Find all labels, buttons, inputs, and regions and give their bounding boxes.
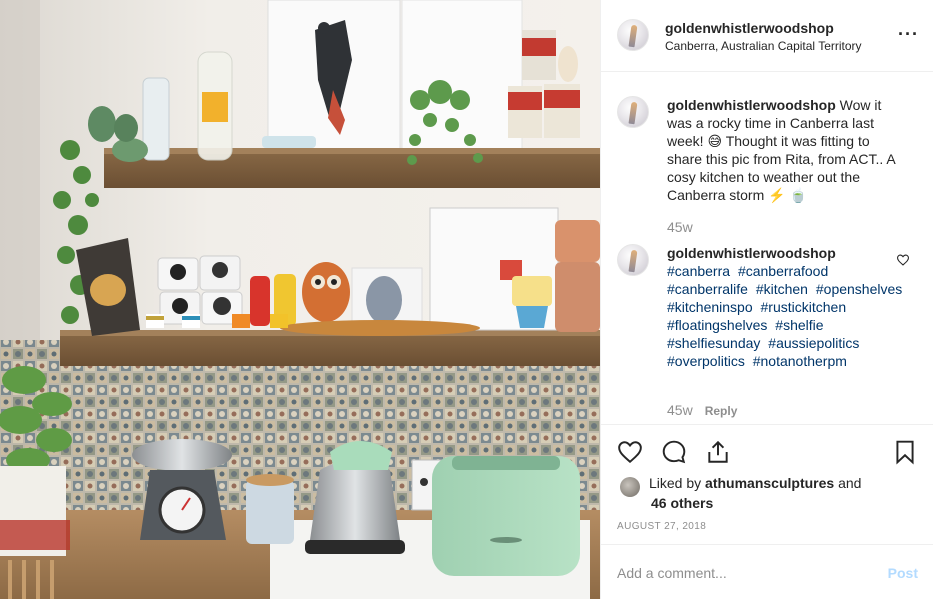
caption-avatar[interactable] (617, 96, 649, 128)
post-sidebar: goldenwhistlerwoodshop Canberra, Austral… (600, 0, 933, 599)
hashtag-link[interactable]: #floatingshelves (667, 317, 767, 333)
likes-line: Liked by athumansculptures and (649, 475, 861, 491)
hashtag-link[interactable]: #overpolitics (667, 353, 745, 369)
hashtag-link[interactable]: #canberra (667, 263, 730, 279)
hashtag-list: #canberra #canberrafood #canberralife #k… (667, 263, 906, 369)
post-header: goldenwhistlerwoodshop Canberra, Austral… (601, 0, 933, 72)
post-username[interactable]: goldenwhistlerwoodshop (665, 20, 834, 36)
hashtag-comment: goldenwhistlerwoodshop #canberra #canber… (601, 244, 933, 424)
hashtag-link[interactable]: #canberrafood (738, 263, 828, 279)
action-bar (601, 424, 933, 474)
comment-username[interactable]: goldenwhistlerwoodshop (667, 245, 836, 261)
hashtag-link[interactable]: #shelfiesunday (667, 335, 760, 351)
heart-icon[interactable] (617, 439, 643, 465)
caption-comment: goldenwhistlerwoodshop Wow it was a rock… (601, 96, 933, 236)
liker-username[interactable]: athumansculptures (705, 475, 834, 491)
like-comment-heart-icon[interactable] (896, 254, 910, 266)
more-horizontal-icon[interactable]: ··· (898, 22, 918, 46)
post-photo[interactable] (0, 0, 600, 599)
hashtag-link[interactable]: #canberralife (667, 281, 748, 297)
hashtag-link[interactable]: #notanotherpm (753, 353, 847, 369)
hashtag-link[interactable]: #rustickitchen (761, 299, 847, 315)
likes-conjunction: and (838, 475, 862, 491)
reply-button[interactable]: Reply (705, 404, 738, 418)
hashtag-link[interactable]: #kitcheninspo (667, 299, 753, 315)
comment-icon[interactable] (661, 439, 687, 465)
share-icon[interactable] (705, 439, 731, 465)
comment-input[interactable] (617, 559, 867, 587)
bookmark-icon[interactable] (892, 439, 918, 465)
caption-body: goldenwhistlerwoodshop Wow it was a rock… (667, 96, 907, 204)
caption-meta: 45w (667, 219, 693, 235)
user-avatar[interactable] (617, 19, 649, 51)
comment-avatar[interactable] (617, 244, 649, 276)
caption-username[interactable]: goldenwhistlerwoodshop (667, 97, 836, 113)
likes-summary: Liked by athumansculptures and 46 others (617, 474, 917, 514)
post-button[interactable]: Post (888, 565, 918, 581)
likes-others[interactable]: 46 others (651, 495, 713, 511)
liker-avatar[interactable] (620, 477, 640, 497)
kitchen-photo-illustration (0, 0, 600, 599)
comment-meta: 45w Reply (667, 402, 737, 418)
caption-age[interactable]: 45w (667, 219, 693, 235)
likes-prefix: Liked by (649, 475, 702, 491)
hashtag-link[interactable]: #kitchen (756, 281, 808, 297)
hashtag-link[interactable]: #openshelves (816, 281, 902, 297)
post-location[interactable]: Canberra, Australian Capital Territory (665, 39, 862, 53)
comment-body: goldenwhistlerwoodshop #canberra #canber… (667, 244, 907, 370)
comment-age[interactable]: 45w (667, 402, 693, 418)
hashtag-link[interactable]: #shelfie (775, 317, 823, 333)
hashtag-link[interactable]: #aussiepolitics (768, 335, 859, 351)
post-date[interactable]: AUGUST 27, 2018 (617, 521, 706, 532)
add-comment-bar: Post (601, 544, 933, 599)
